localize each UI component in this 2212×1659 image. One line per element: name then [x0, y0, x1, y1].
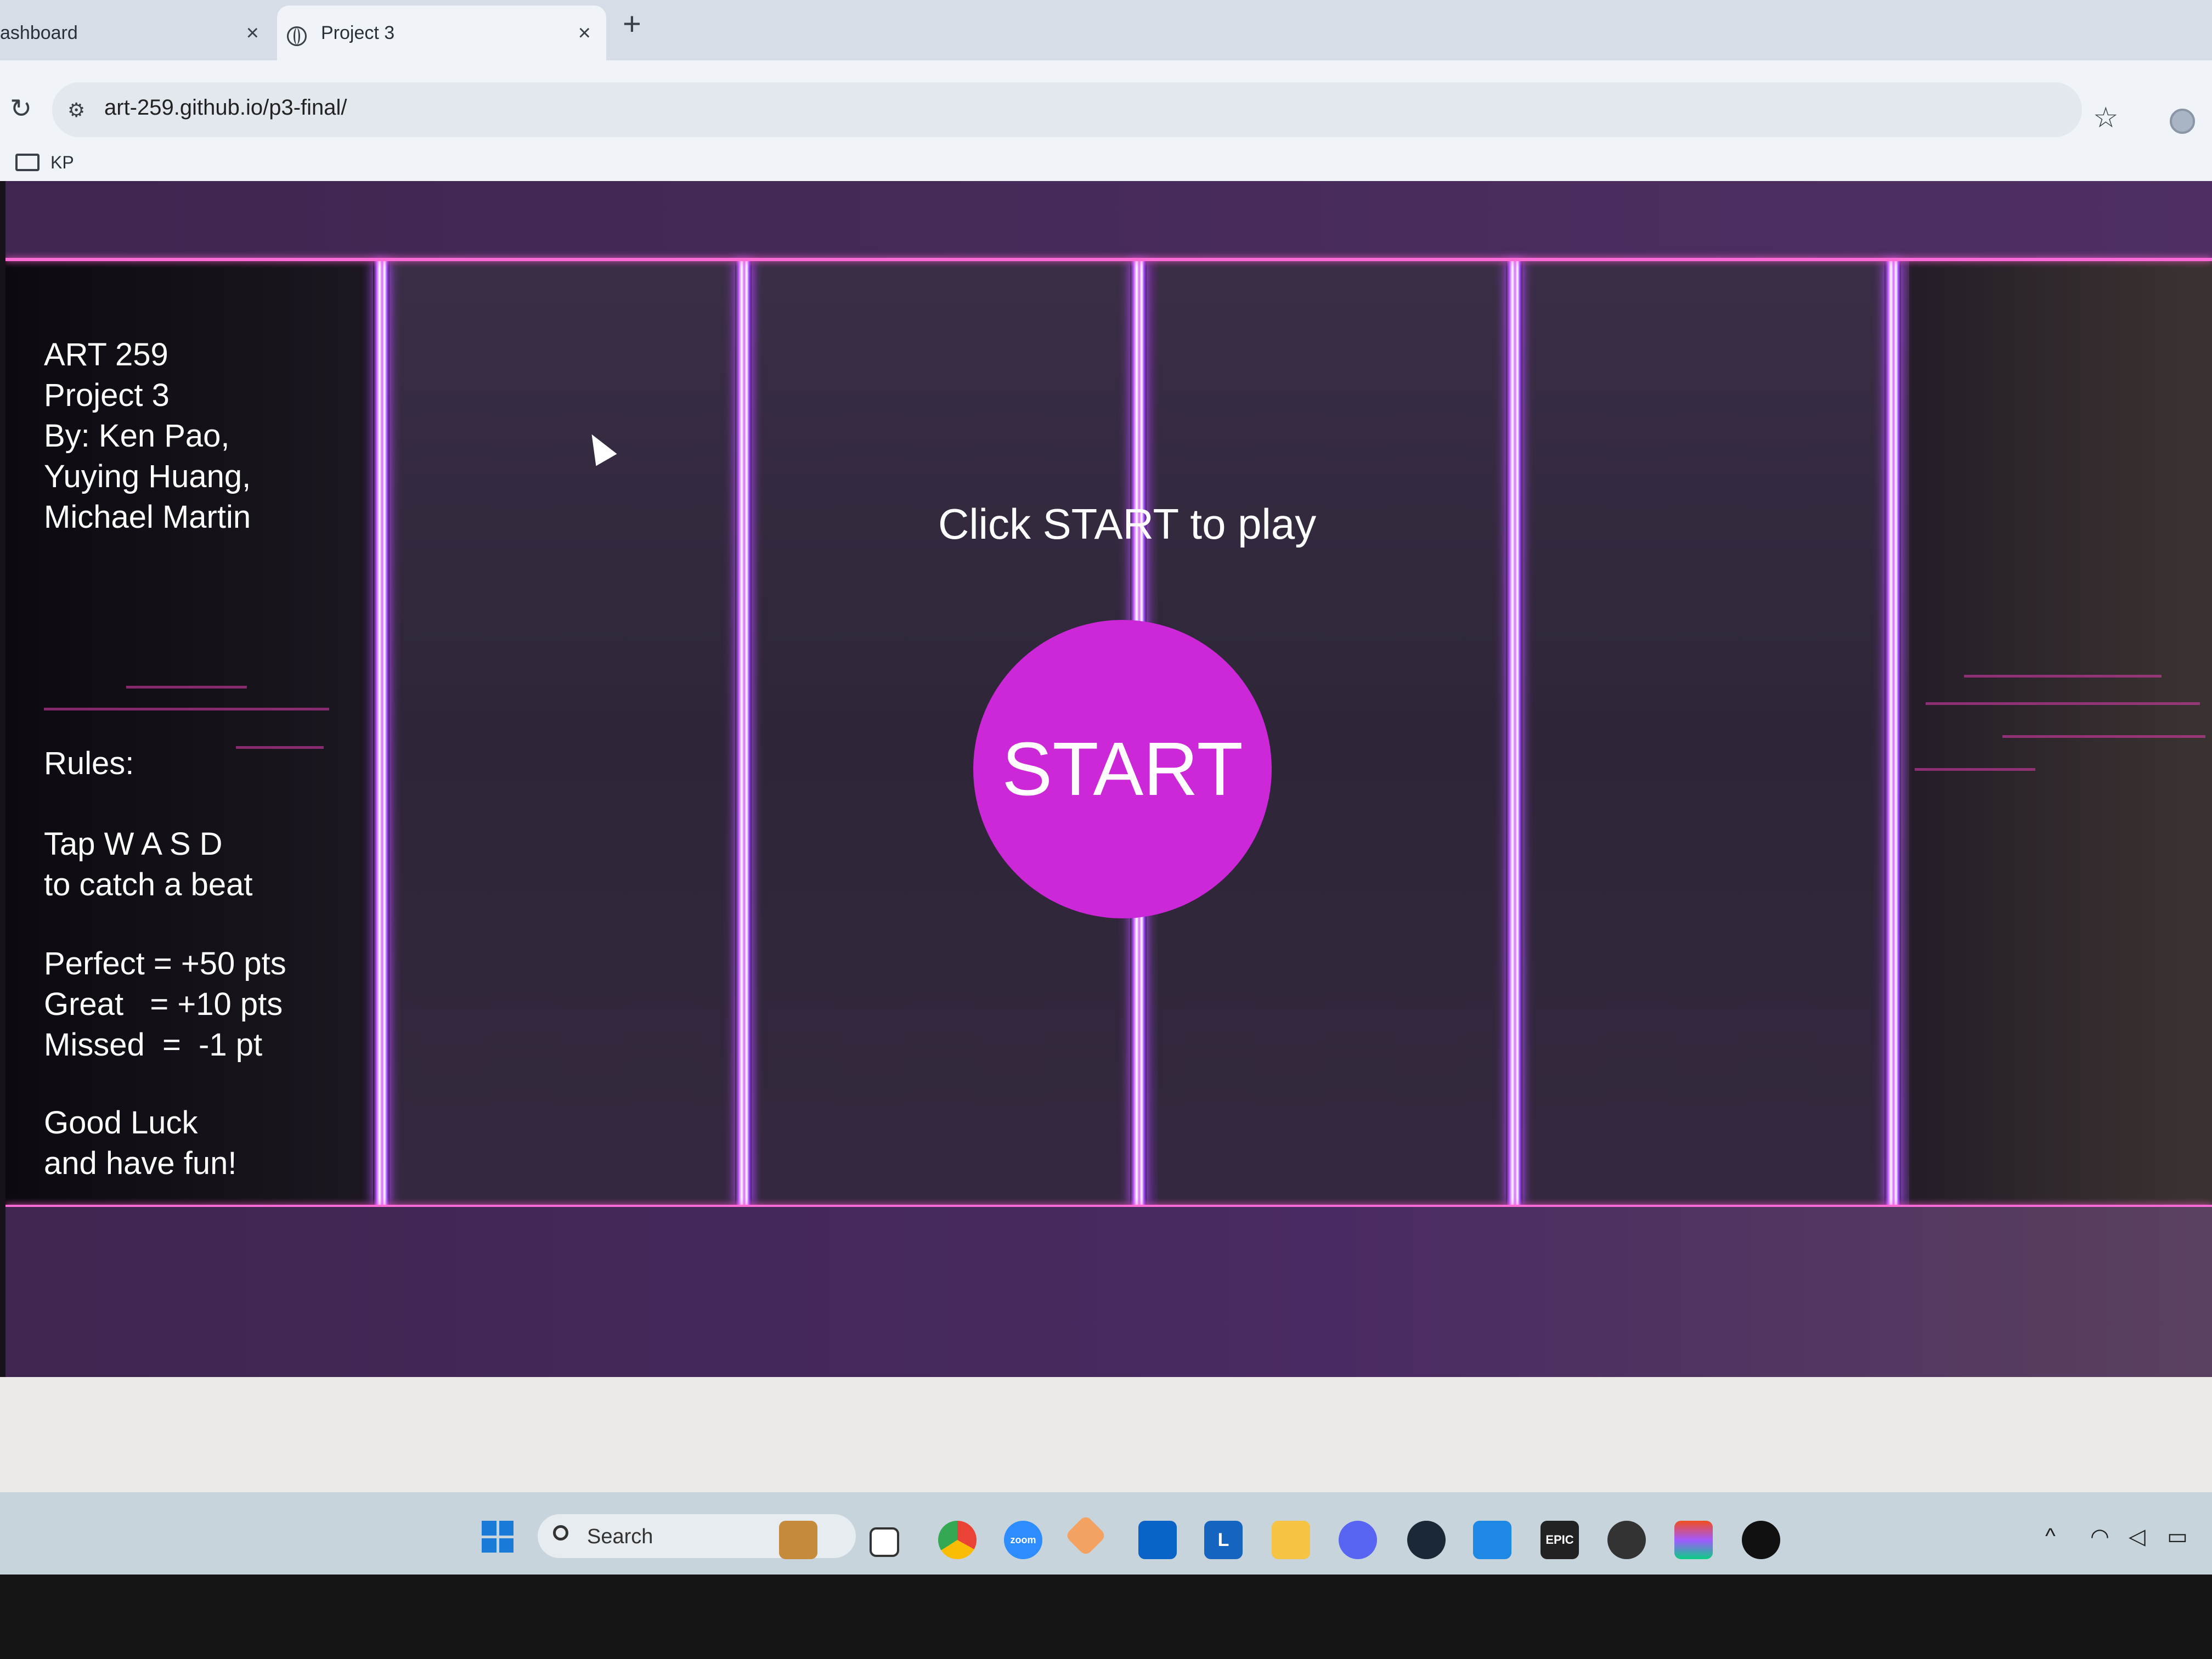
decor-line — [1915, 768, 2035, 771]
start-prompt: Click START to play — [938, 500, 1317, 548]
start-button-label: START — [1002, 726, 1243, 811]
address-bar[interactable]: ⚙ art-259.github.io/p3-final/ — [52, 82, 2082, 137]
decor-line — [44, 708, 329, 710]
file-explorer-icon[interactable] — [1272, 1521, 1310, 1559]
task-view-icon[interactable] — [870, 1527, 899, 1557]
top-band — [5, 181, 2212, 258]
lane-divider — [1884, 261, 1901, 1205]
game-canvas: ART 259 Project 3 By: Ken Pao, Yuying Hu… — [5, 181, 2212, 1377]
wifi-icon[interactable]: ◠ — [2090, 1524, 2109, 1549]
reload-icon[interactable]: ↻ — [10, 93, 32, 124]
unreal-icon[interactable] — [1742, 1521, 1780, 1559]
decor-line — [1926, 702, 2200, 705]
lane-divider — [1506, 261, 1522, 1205]
chrome-icon[interactable] — [938, 1521, 977, 1559]
figma-icon[interactable] — [1674, 1521, 1713, 1559]
lane-4 — [1525, 261, 1887, 1205]
start-button[interactable]: START — [973, 620, 1272, 918]
bookmark-star-icon[interactable]: ☆ — [2093, 101, 2119, 134]
monitor-bezel — [0, 1575, 2212, 1659]
right-panel — [1909, 261, 2212, 1205]
bookmark-folder-kp[interactable]: KP — [50, 153, 74, 173]
lane-1 — [390, 261, 741, 1205]
close-icon[interactable]: × — [578, 21, 591, 46]
tab-strip: ashboard × Project 3 × + — [0, 0, 2212, 60]
new-tab-button[interactable]: + — [623, 5, 641, 42]
folder-icon — [15, 154, 40, 171]
site-info-icon[interactable]: ⚙ — [67, 99, 85, 122]
lane-divider — [735, 261, 752, 1205]
decor-line — [236, 746, 324, 749]
bottom-band — [5, 1207, 2212, 1377]
volume-muted-icon[interactable]: ◁ — [2129, 1524, 2146, 1549]
git-icon[interactable] — [1064, 1514, 1107, 1557]
tab-dashboard[interactable]: ashboard × — [0, 5, 274, 60]
closing-text: Good Luck and have fun! — [44, 1105, 237, 1181]
zoom-icon[interactable]: zoom — [1004, 1521, 1042, 1559]
discord-icon[interactable] — [1339, 1521, 1377, 1559]
credits-text: ART 259 Project 3 By: Ken Pao, Yuying Hu… — [44, 337, 251, 535]
page-background — [0, 1377, 2212, 1492]
tab-title: ashboard — [0, 22, 78, 43]
taskbar: Search zoom L EPIC ^ ◠ ◁ ▭ — [0, 1492, 2212, 1575]
close-icon[interactable]: × — [246, 21, 259, 46]
lane-divider — [373, 261, 390, 1205]
rules-scores: Perfect = +50 pts Great = +10 pts Missed… — [44, 946, 286, 1063]
battery-icon[interactable]: ▭ — [2167, 1524, 2188, 1549]
top-border-line — [5, 258, 2212, 261]
globe-icon — [287, 26, 307, 46]
profile-avatar[interactable] — [2170, 109, 2195, 134]
decor-line — [126, 686, 247, 689]
tab-title: Project 3 — [321, 22, 395, 43]
tray-expand-icon[interactable]: ^ — [2045, 1524, 2056, 1549]
bookmarks-bar: KP — [0, 148, 2212, 181]
rules-title: Rules: — [44, 746, 134, 781]
browser-toolbar: ↻ ⚙ art-259.github.io/p3-final/ ☆ — [0, 60, 2212, 148]
windows-start-icon[interactable] — [482, 1521, 514, 1553]
outlook-icon[interactable] — [1138, 1521, 1177, 1559]
tab-project-3[interactable]: Project 3 × — [277, 5, 606, 60]
vscode-icon[interactable] — [1473, 1521, 1511, 1559]
steam-icon[interactable] — [1407, 1521, 1446, 1559]
github-icon[interactable] — [1607, 1521, 1646, 1559]
epic-games-icon[interactable]: EPIC — [1541, 1521, 1579, 1559]
l-app-icon[interactable]: L — [1204, 1521, 1243, 1559]
search-label: Search — [587, 1525, 653, 1548]
search-highlight-icon[interactable] — [779, 1521, 817, 1559]
decor-line — [2002, 735, 2205, 738]
rules-controls: Tap W A S D to catch a beat — [44, 826, 253, 902]
search-icon — [553, 1525, 568, 1541]
decor-line — [1964, 675, 2162, 678]
url-text[interactable]: art-259.github.io/p3-final/ — [104, 95, 347, 120]
